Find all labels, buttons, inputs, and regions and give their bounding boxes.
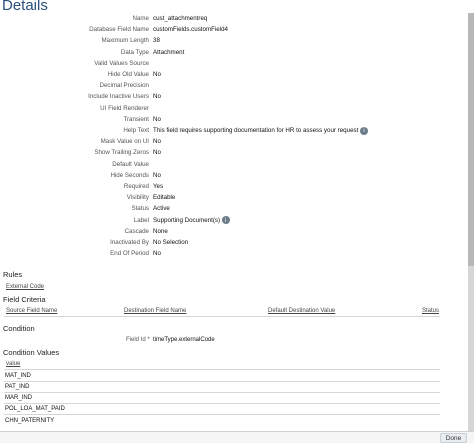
list-item: PAT_IND [5, 384, 30, 390]
field-label: Help Text [123, 127, 149, 134]
info-icon[interactable] [360, 125, 369, 136]
field-id-label: Field Id * [126, 337, 150, 343]
column-header-status[interactable]: Status [422, 308, 439, 314]
vertical-scrollbar[interactable] [468, 13, 474, 431]
field-value: cust_attachmentreq [153, 15, 208, 22]
field-value: No Selection [153, 239, 189, 246]
field-row-status: Status Active [0, 203, 474, 214]
field-label: Database Field Name [89, 26, 149, 34]
field-value: 38 [153, 37, 160, 45]
field-label: Hide Old Value [107, 71, 149, 78]
field-row-name: Name cust_attachmentreq [0, 13, 474, 24]
condition-title: Condition [3, 324, 35, 333]
field-value: Editable [153, 194, 176, 202]
field-row-label: Label Supporting Document(s) [0, 215, 474, 226]
table-divider [4, 381, 440, 382]
field-label: UI Field Renderer [100, 104, 149, 112]
field-row-database-field-name: Database Field Name customFields.customFi… [0, 24, 474, 35]
field-value: None [153, 227, 168, 235]
field-label: Hide Seconds [110, 171, 149, 179]
field-label: End Of Period [110, 250, 149, 258]
list-item: MAT_IND [5, 373, 31, 379]
table-divider [4, 316, 440, 317]
scrollbar-thumb[interactable] [468, 13, 474, 266]
list-item: POL_LOA_MAT_PAID [5, 406, 65, 412]
condition-values-title: Condition Values [3, 348, 60, 357]
field-label: Valid Values Source [94, 59, 149, 67]
column-header-value[interactable]: value [6, 361, 20, 367]
field-row-inactivated-by: Inactivated By No Selection [0, 237, 474, 248]
done-button[interactable]: Done [440, 433, 467, 443]
field-value: No [153, 71, 161, 78]
field-value: No [153, 138, 161, 146]
column-header-default-destination-value[interactable]: Default Destination Value [268, 308, 335, 314]
field-value: This field requires supporting documenta… [153, 125, 369, 136]
field-row-help-text: Help Text This field requires supporting … [0, 125, 474, 136]
field-row-cascade: Cascade None [0, 226, 474, 237]
field-label: Cascade [124, 227, 149, 235]
field-label: Label [133, 216, 149, 224]
field-value: customFields.customField4 [153, 26, 228, 34]
field-row-default-value: Default Value [0, 159, 474, 170]
field-label: Data Type [120, 48, 149, 56]
field-value: No [153, 115, 161, 123]
field-label: Show Trailing Zeros [94, 149, 149, 157]
field-label: Maximum Length [101, 37, 149, 45]
field-label: Include Inactive Users [88, 93, 149, 101]
table-divider [4, 403, 440, 404]
field-row-maximum-length: Maximum Length 38 [0, 35, 474, 46]
column-header-destination-field-name[interactable]: Destination Field Name [124, 308, 186, 314]
rules-title: Rules [3, 270, 23, 279]
column-header-source-field-name[interactable]: Source Field Name [6, 308, 57, 314]
field-value: No [153, 171, 161, 179]
field-row-end-of-period: End Of Period No [0, 248, 474, 259]
field-label: Decimal Precision [99, 82, 149, 90]
field-value: No [153, 93, 161, 101]
field-label: Inactivated By [110, 239, 149, 246]
list-item: MAR_IND [5, 395, 33, 401]
table-divider [4, 369, 440, 370]
field-id-value: timeType.externalCode [153, 337, 215, 343]
field-criteria-title: Field Criteria [3, 295, 46, 304]
field-label: Name [132, 15, 149, 22]
field-value: No [153, 149, 161, 157]
external-code-link[interactable]: External Code [6, 284, 44, 290]
field-row-include-inactive-users: Include Inactive Users No [0, 91, 474, 102]
field-row-show-trailing-zeros: Show Trailing Zeros No [0, 147, 474, 158]
field-value: Supporting Document(s) [153, 215, 231, 226]
field-row-visibility: Visibility Editable [0, 192, 474, 203]
field-row-transient: Transient No [0, 114, 474, 125]
field-value: No [153, 250, 161, 258]
page-title: Details [2, 0, 48, 14]
field-value: Yes [153, 183, 164, 190]
field-value: Active [153, 205, 170, 213]
field-row-mask-value-on-ui: Mask Value on UI No [0, 136, 474, 147]
field-label: Required [123, 183, 149, 190]
field-row-valid-values-source: Valid Values Source [0, 58, 474, 69]
field-label: Transient [123, 115, 149, 123]
field-label: Default Value [112, 160, 149, 168]
field-label: Status [131, 205, 149, 213]
field-row-data-type: Data Type Attachment [0, 47, 474, 58]
field-row-ui-field-renderer: UI Field Renderer [0, 103, 474, 114]
field-row-decimal-precision: Decimal Precision [0, 80, 474, 91]
info-icon[interactable] [222, 215, 231, 226]
field-value: Attachment [153, 48, 185, 56]
field-label: Visibility [126, 194, 149, 202]
field-row-hide-old-value: Hide Old Value No [0, 69, 474, 80]
list-item: CHN_PATERNITY [5, 418, 55, 424]
field-row-required: Required Yes [0, 181, 474, 192]
field-label: Mask Value on UI [100, 138, 149, 146]
field-row-hide-seconds: Hide Seconds No [0, 170, 474, 181]
dialog-footer: Done [0, 431, 474, 443]
table-divider [4, 414, 440, 415]
scrollbar-track[interactable] [468, 266, 474, 431]
table-divider [4, 392, 440, 393]
